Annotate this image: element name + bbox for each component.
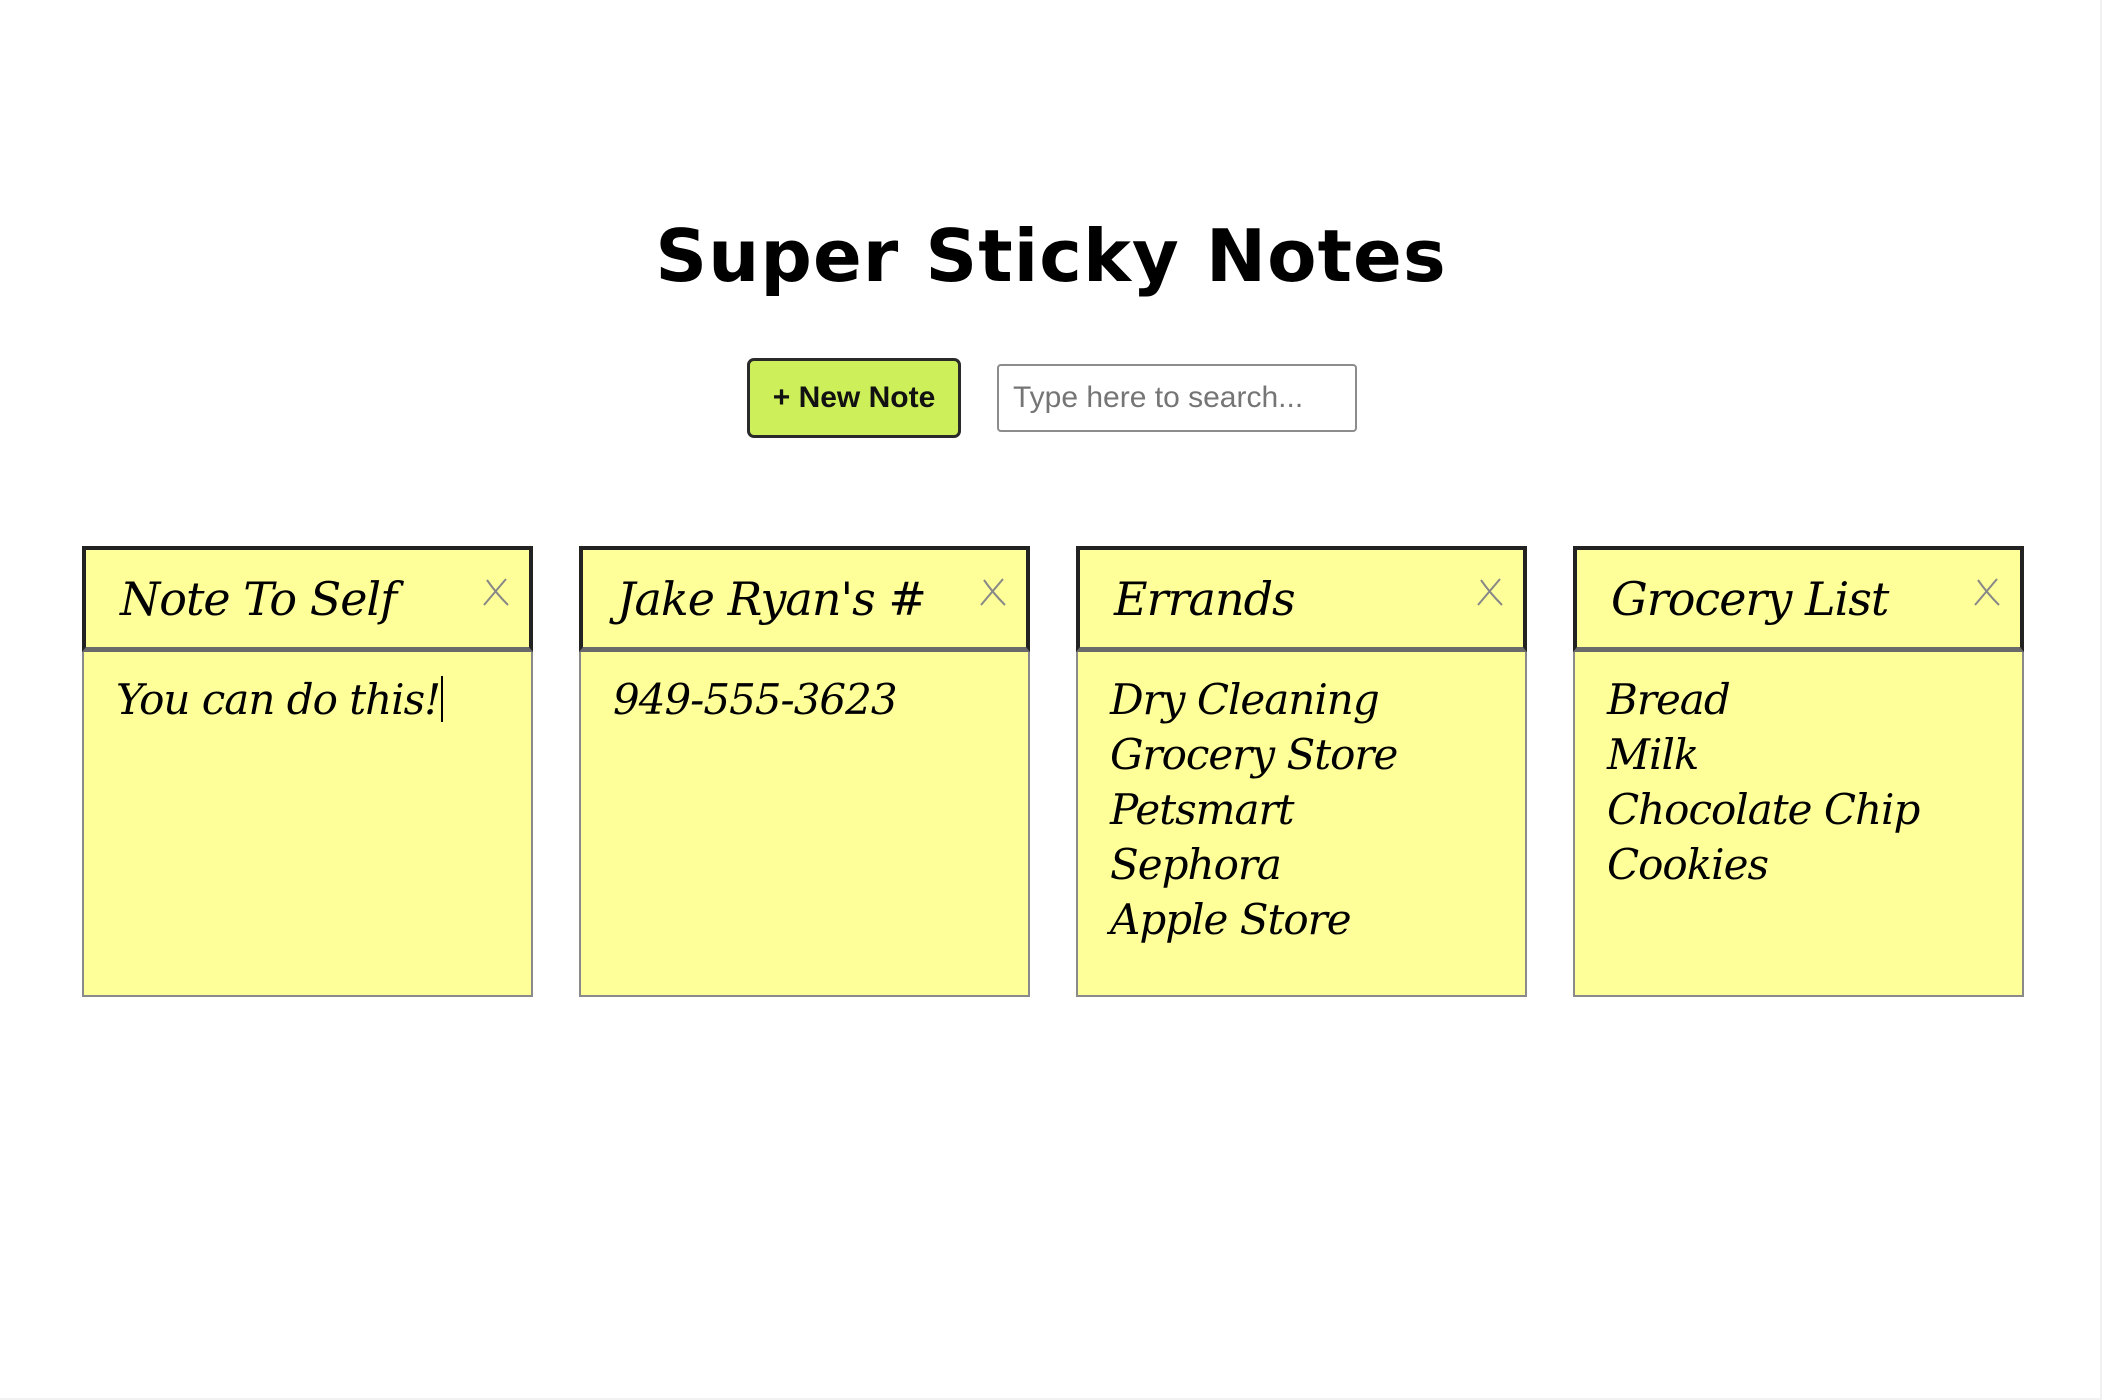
note-card: Errands Dry Cleaning Grocery Store Petsm…	[1076, 546, 1527, 997]
note-body-text: Bread Milk Chocolate Chip Cookies	[1607, 675, 1920, 889]
close-icon[interactable]	[1966, 572, 2006, 612]
note-card: Note To Self You can do this!	[82, 546, 533, 997]
app-page: Super Sticky Notes + New Note Note To Se…	[0, 0, 2102, 1400]
note-header: Grocery List	[1573, 546, 2024, 652]
note-body[interactable]: Bread Milk Chocolate Chip Cookies	[1575, 652, 2022, 912]
close-icon[interactable]	[475, 572, 515, 612]
close-icon[interactable]	[1469, 572, 1509, 612]
close-icon[interactable]	[972, 572, 1012, 612]
note-body[interactable]: You can do this!	[84, 652, 531, 747]
note-header: Errands	[1076, 546, 1527, 652]
note-title[interactable]: Grocery List	[1611, 572, 1889, 626]
toolbar: + New Note	[747, 358, 1357, 438]
note-body[interactable]: Dry Cleaning Grocery Store Petsmart Seph…	[1078, 652, 1525, 967]
note-title[interactable]: Jake Ryan's #	[617, 572, 927, 626]
notes-list: Note To Self You can do this! Jake Ryan'…	[82, 546, 2024, 997]
note-title[interactable]: Errands	[1114, 572, 1296, 626]
note-title[interactable]: Note To Self	[120, 572, 397, 626]
note-body-text: 949-555-3623	[613, 675, 898, 724]
search-input[interactable]	[997, 364, 1357, 432]
new-note-button[interactable]: + New Note	[747, 358, 961, 438]
note-header: Jake Ryan's #	[579, 546, 1030, 652]
note-body-text: You can do this!	[116, 675, 441, 724]
note-body[interactable]: 949-555-3623	[581, 652, 1028, 747]
note-header: Note To Self	[82, 546, 533, 652]
note-card: Grocery List Bread Milk Chocolate Chip C…	[1573, 546, 2024, 997]
note-body-text: Dry Cleaning Grocery Store Petsmart Seph…	[1110, 675, 1398, 944]
page-title: Super Sticky Notes	[655, 214, 1447, 298]
note-card: Jake Ryan's # 949-555-3623	[579, 546, 1030, 997]
text-cursor	[441, 676, 444, 722]
